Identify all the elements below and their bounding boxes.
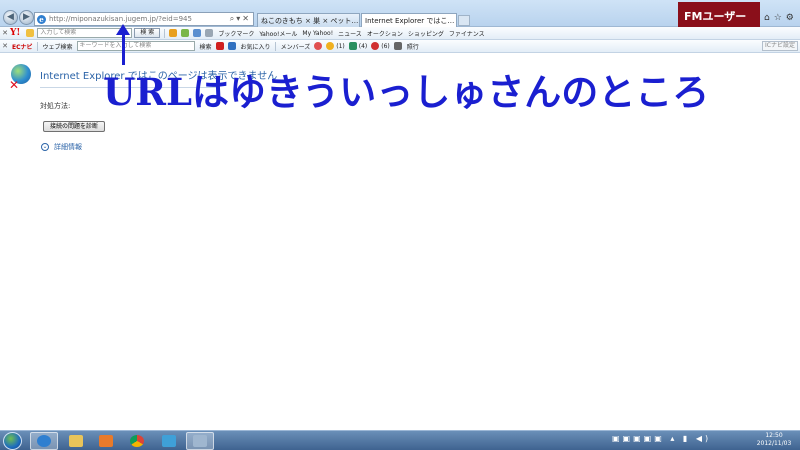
news-menu[interactable]: ニュース: [338, 29, 362, 38]
tab-label: ねこのきもち × 巣 × ペット…: [261, 16, 359, 25]
forward-button[interactable]: ▶: [19, 10, 34, 25]
auction-menu[interactable]: オークション: [367, 29, 403, 38]
highlight-icon[interactable]: [169, 29, 178, 37]
tab-label: Internet Explorer ではこ…: [365, 16, 455, 25]
yahoo-logo[interactable]: Y!: [10, 28, 20, 38]
finance-menu[interactable]: ファイナンス: [449, 29, 485, 38]
ecnavi-search-input[interactable]: キーワードを入力して検索: [76, 41, 195, 51]
media-player-icon: [99, 435, 113, 447]
close-toolbar-icon[interactable]: ✕: [0, 29, 10, 37]
separator: [36, 41, 38, 51]
windows-taskbar: ▣▣▣▣▣ ▴ ▮ ◀) 12:50 2012/11/03: [0, 430, 800, 450]
heart-icon[interactable]: [371, 42, 380, 50]
ie-page-icon: e: [37, 14, 46, 24]
clock[interactable]: 12:50 2012/11/03: [752, 432, 796, 448]
network-icon: [162, 435, 176, 447]
url-text[interactable]: http://miponazukisan.jugem.jp/?eid=945: [49, 15, 192, 23]
game-icon[interactable]: [348, 42, 357, 50]
browser-titlebar: ◀ ▶ e http://miponazukisan.jugem.jp/?eid…: [0, 0, 800, 27]
ecnavi-logo[interactable]: ECナビ: [12, 42, 33, 51]
folder-icon: [69, 435, 83, 447]
ecnavi-toolbar: ✕ ECナビ ウェブ検索 キーワードを入力して検索 検索 お気に入り メンバーズ…: [0, 40, 800, 53]
tab-ie-error[interactable]: Internet Explorer ではこ… ✕: [361, 13, 457, 27]
point-icon[interactable]: [215, 42, 224, 50]
taskbar-network-app[interactable]: [155, 432, 183, 450]
more-info-link[interactable]: 詳細情報: [54, 142, 82, 152]
ecnavi-settings-button[interactable]: ICナビ設定: [762, 41, 798, 51]
ecnavi-search-button[interactable]: 検索: [200, 42, 212, 51]
taskbar-explorer[interactable]: [62, 432, 90, 450]
taskbar-chrome[interactable]: [123, 432, 151, 450]
shopping-menu[interactable]: ショッピング: [408, 29, 444, 38]
pencil-icon[interactable]: [26, 29, 35, 37]
mail-icon[interactable]: [227, 42, 236, 50]
shoko-link[interactable]: 照行: [407, 42, 419, 51]
new-tab-button[interactable]: [458, 15, 470, 26]
separator: [164, 28, 166, 38]
share-icon[interactable]: [193, 29, 202, 37]
bookmark-menu[interactable]: ブックマーク: [218, 29, 254, 38]
close-toolbar-icon[interactable]: ✕: [0, 42, 10, 50]
close-tab-icon[interactable]: ✕: [454, 17, 456, 25]
taskbar-ie-window[interactable]: [186, 432, 214, 450]
command-icons[interactable]: ⌂☆⚙: [764, 13, 798, 23]
count-1[interactable]: (1): [336, 43, 345, 50]
taskbar-ie[interactable]: [30, 432, 58, 450]
clock-date: 2012/11/03: [756, 440, 792, 447]
chevron-down-icon[interactable]: ⌄: [41, 143, 49, 151]
separator: [274, 41, 276, 51]
start-button[interactable]: [3, 432, 22, 450]
corner-badge: FMユーザー: [678, 2, 760, 27]
action-label: 対処方法:: [40, 102, 71, 110]
tab-neko[interactable]: ねこのきもち × 巣 × ペット…: [257, 13, 360, 27]
address-bar[interactable]: e http://miponazukisan.jugem.jp/?eid=945…: [34, 12, 254, 26]
web-search-menu[interactable]: ウェブ検索: [43, 42, 73, 51]
yahoo-search-button[interactable]: 検 索: [134, 28, 161, 38]
error-x-icon: ✕: [9, 78, 20, 92]
annotation-text: URLはゆきういっしゅさんのところ: [103, 70, 710, 114]
count-4[interactable]: (4): [359, 43, 368, 50]
my-yahoo-link[interactable]: My Yahoo!: [302, 30, 333, 37]
system-tray[interactable]: ▣▣▣▣▣ ▴ ▮ ◀): [612, 434, 752, 448]
annotation-arrow: [122, 33, 125, 65]
address-bar-icons[interactable]: ⌕▾✕: [230, 14, 251, 24]
taskbar-media-player[interactable]: [92, 432, 120, 450]
badge-icon[interactable]: [314, 42, 323, 50]
clock-time: 12:50: [765, 432, 783, 439]
favorites-link[interactable]: お気に入り: [241, 42, 271, 51]
yahoo-mail-link[interactable]: Yahoo!メール: [259, 29, 297, 38]
diagnose-connection-button[interactable]: 接続の問題を診断: [43, 121, 105, 132]
members-link[interactable]: メンバーズ: [281, 42, 311, 51]
marker-icon[interactable]: [181, 29, 190, 37]
window-icon: [193, 435, 207, 447]
back-button[interactable]: ◀: [3, 10, 18, 25]
count-6[interactable]: (6): [381, 43, 390, 50]
smile-icon[interactable]: [326, 42, 335, 50]
settings-icon[interactable]: [393, 42, 402, 50]
chrome-icon: [130, 435, 144, 447]
refresh-icon[interactable]: [205, 29, 214, 37]
ie-icon: [37, 435, 51, 447]
